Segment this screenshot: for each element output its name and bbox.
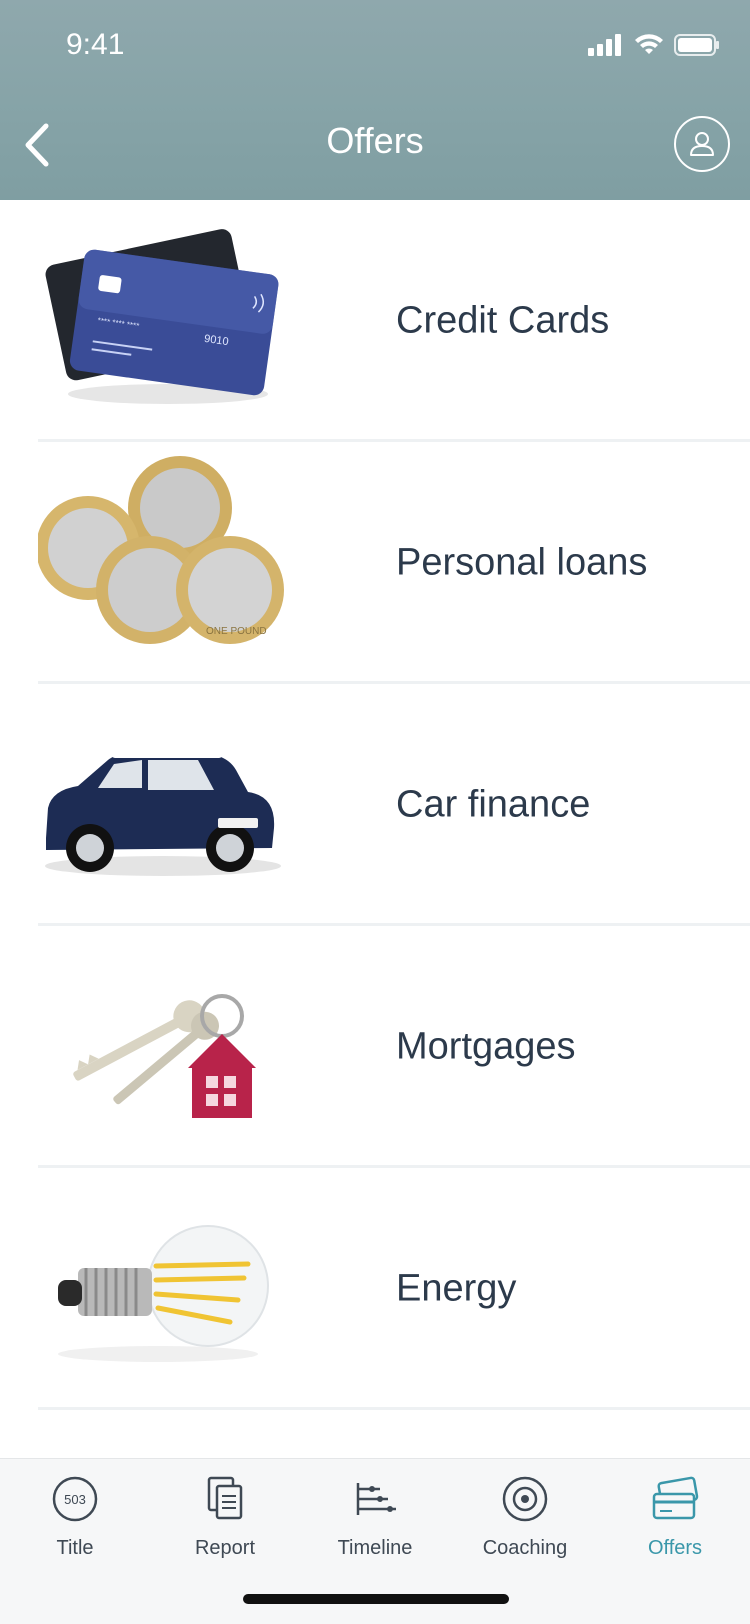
credit-cards-image: **** **** **** 9010 [38, 214, 288, 426]
tab-label: Timeline [337, 1537, 413, 1559]
status-time: 9:41 [66, 28, 125, 61]
home-indicator [243, 1594, 509, 1604]
offer-row-energy[interactable]: Energy [0, 1168, 750, 1410]
header: 9:41 Offers [0, 0, 750, 200]
wifi-icon [635, 34, 663, 54]
signal-icon [588, 34, 621, 56]
tab-report[interactable]: Report [150, 1469, 300, 1579]
status-icons [588, 34, 720, 56]
svg-text:ONE POUND: ONE POUND [206, 626, 267, 637]
offer-label: Credit Cards [396, 299, 610, 342]
tab-offers[interactable]: Offers [600, 1469, 750, 1579]
cards-icon [650, 1469, 700, 1529]
battery-icon [674, 34, 719, 56]
tab-coaching[interactable]: Coaching [450, 1469, 600, 1579]
light-bulb-image [38, 1182, 288, 1394]
tab-label: Title [56, 1537, 94, 1559]
tab-label: Offers [647, 1537, 703, 1559]
row-divider [38, 1407, 750, 1410]
tab-label: Coaching [482, 1537, 568, 1559]
offer-row-car-finance[interactable]: Car finance [0, 684, 750, 926]
offer-label: Mortgages [396, 1025, 576, 1068]
coins-image: ONE POUND [38, 456, 288, 668]
tab-title[interactable]: 503 Title [0, 1469, 150, 1579]
offer-row-credit-cards[interactable]: **** **** **** 9010 Credit Cards [0, 200, 750, 442]
user-icon [690, 132, 714, 156]
page-title: Offers [326, 120, 424, 161]
timeline-icon [352, 1469, 398, 1529]
offer-row-mortgages[interactable]: Mortgages [0, 926, 750, 1168]
offer-row-personal-loans[interactable]: ONE POUND Personal loans [0, 442, 750, 684]
offers-list: **** **** **** 9010 Credit Cards ONE POU… [0, 200, 750, 1410]
document-icon [205, 1469, 245, 1529]
car-image [38, 698, 288, 910]
house-keys-image [38, 940, 288, 1152]
offer-label: Personal loans [396, 541, 648, 584]
score-dial-icon: 503 [51, 1469, 99, 1529]
score-badge: 503 [64, 1492, 86, 1507]
tab-label: Report [194, 1537, 256, 1559]
target-icon [501, 1469, 549, 1529]
profile-button[interactable] [674, 116, 730, 172]
offer-label: Car finance [396, 783, 591, 826]
tab-timeline[interactable]: Timeline [300, 1469, 450, 1579]
offer-label: Energy [396, 1267, 517, 1310]
